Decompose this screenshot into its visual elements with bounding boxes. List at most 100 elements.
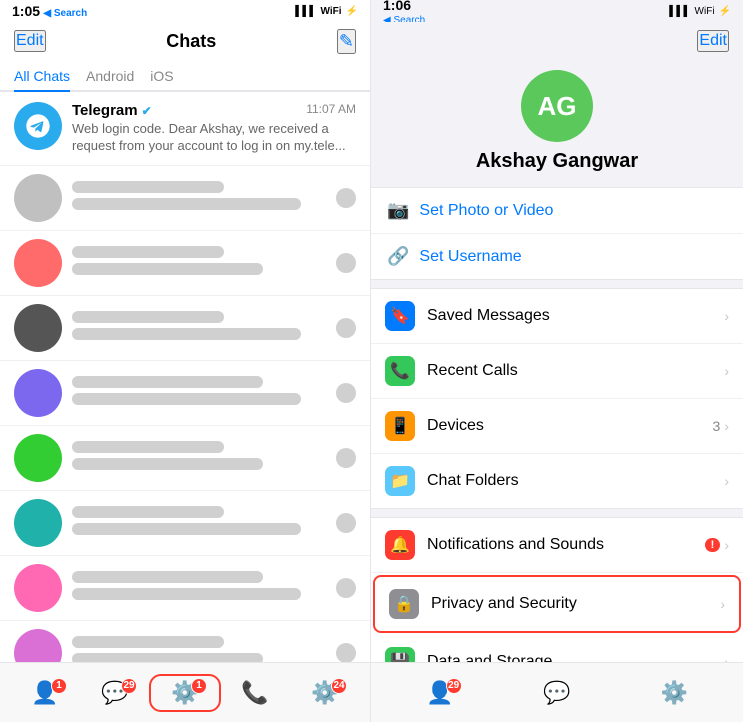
profile-section: AG Akshay Gangwar <box>371 58 743 187</box>
avatar <box>14 434 62 482</box>
compose-button[interactable]: ✎ <box>337 29 356 54</box>
telegram-name: Telegram ✔ <box>72 102 152 119</box>
left-time: 1:05 <box>12 3 40 19</box>
right-settings-icon: ⚙️ <box>661 680 688 706</box>
wifi-icon: WiFi <box>321 6 342 17</box>
blurred-msg <box>72 653 263 662</box>
blurred-msg <box>72 263 263 275</box>
right-battery-icon: ⚡ <box>719 6 731 17</box>
data-storage-label: Data and Storage <box>427 653 712 662</box>
right-edit-button[interactable]: Edit <box>697 30 729 52</box>
blurred-msg <box>72 588 301 600</box>
list-item[interactable] <box>0 166 370 231</box>
chat-info <box>72 571 326 605</box>
right-panel: 1:06 ◀ Search ▌▌▌ WiFi ⚡ Edit AG Akshay … <box>371 0 743 722</box>
right-status-icons: ▌▌▌ WiFi ⚡ <box>669 6 731 17</box>
privacy-security-item[interactable]: 🔒 Privacy and Security › <box>373 575 741 633</box>
chevron-icon: › <box>724 308 729 324</box>
list-item[interactable] <box>0 621 370 662</box>
tab-all-chats[interactable]: All Chats <box>14 68 70 92</box>
chat-folders-item[interactable]: 📁 Chat Folders › <box>371 454 743 508</box>
chat-folders-label: Chat Folders <box>427 472 712 490</box>
notifications-icon: 🔔 <box>385 530 415 560</box>
recent-calls-label: Recent Calls <box>427 362 712 380</box>
right-nav-bar: Edit <box>371 22 743 58</box>
chevron-icon: › <box>724 537 729 553</box>
notifications-right: ! › <box>705 537 729 553</box>
notifications-label: Notifications and Sounds <box>427 536 693 554</box>
chat-info <box>72 636 326 662</box>
data-storage-right: › <box>724 654 729 662</box>
telegram-message: Web login code. Dear Akshay, we received… <box>72 121 356 155</box>
notifications-item[interactable]: 🔔 Notifications and Sounds ! › <box>371 518 743 573</box>
chevron-icon: › <box>724 418 729 434</box>
blurred-name <box>72 246 224 258</box>
chevron-icon: › <box>720 596 725 612</box>
signal-icon: ▌▌▌ <box>295 6 316 17</box>
chat-list: Telegram ✔ 11:07 AM Web login code. Dear… <box>0 92 370 662</box>
right-tab-chats[interactable]: 💬 <box>527 680 587 706</box>
chat-info <box>72 246 326 280</box>
telegram-time: 11:07 AM <box>306 102 356 119</box>
list-item[interactable] <box>0 491 370 556</box>
list-item[interactable] <box>0 361 370 426</box>
telegram-content: Telegram ✔ 11:07 AM Web login code. Dear… <box>72 102 356 155</box>
left-back-search[interactable]: ◀ Search <box>43 8 87 19</box>
blurred-name <box>72 506 224 518</box>
list-item[interactable] <box>0 231 370 296</box>
settings-list: 🔖 Saved Messages › 📞 Recent Calls › 📱 De… <box>371 280 743 662</box>
privacy-security-icon: 🔒 <box>389 589 419 619</box>
blurred-msg <box>72 393 301 405</box>
right-time: 1:06 <box>383 0 411 13</box>
tab-chats[interactable]: 💬 29 <box>85 680 145 706</box>
settings-group-1: 🔖 Saved Messages › 📞 Recent Calls › 📱 De… <box>371 288 743 509</box>
chat-badge <box>336 383 356 403</box>
blurred-name <box>72 636 224 648</box>
tab-ios[interactable]: iOS <box>150 68 173 90</box>
saved-messages-item[interactable]: 🔖 Saved Messages › <box>371 289 743 344</box>
devices-item[interactable]: 📱 Devices 3 › <box>371 399 743 454</box>
set-photo-video-item[interactable]: 📷 Set Photo or Video <box>371 188 743 234</box>
left-edit-button[interactable]: Edit <box>14 30 46 52</box>
devices-right: 3 › <box>713 418 729 434</box>
left-status-bar-left: 1:05 ◀ Search <box>12 3 87 19</box>
left-status-bar: 1:05 ◀ Search ▌▌▌ WiFi ⚡ <box>0 0 370 22</box>
tab-settings-center[interactable]: ⚙️ 1 <box>155 680 215 706</box>
list-item[interactable] <box>0 556 370 621</box>
list-item[interactable] <box>0 426 370 491</box>
privacy-security-label: Privacy and Security <box>431 595 708 613</box>
set-username-item[interactable]: 🔗 Set Username <box>371 234 743 279</box>
avatar <box>14 174 62 222</box>
left-nav-title: Chats <box>166 31 216 52</box>
right-tab-settings[interactable]: ⚙️ <box>644 680 704 706</box>
blurred-name <box>72 376 263 388</box>
telegram-chat-item[interactable]: Telegram ✔ 11:07 AM Web login code. Dear… <box>0 92 370 166</box>
blurred-msg <box>72 458 263 470</box>
right-tab-contacts[interactable]: 👤 29 <box>410 680 470 706</box>
camera-icon: 📷 <box>387 200 409 221</box>
left-status-icons: ▌▌▌ WiFi ⚡ <box>295 6 358 17</box>
data-storage-item[interactable]: 💾 Data and Storage › <box>371 635 743 662</box>
chat-info <box>72 506 326 540</box>
chat-badge <box>336 643 356 662</box>
tab-settings-right[interactable]: ⚙️ 24 <box>295 680 355 706</box>
chat-badge <box>336 253 356 273</box>
verified-icon: ✔ <box>142 104 152 118</box>
devices-label: Devices <box>427 417 701 435</box>
avatar <box>14 564 62 612</box>
recent-calls-item[interactable]: 📞 Recent Calls › <box>371 344 743 399</box>
tab-contacts[interactable]: 👤 1 <box>15 680 75 706</box>
blurred-msg <box>72 328 301 340</box>
tab-calls[interactable]: 📞 <box>225 680 285 706</box>
tab-android[interactable]: Android <box>86 68 134 90</box>
right-wifi-icon: WiFi <box>695 6 715 17</box>
chevron-icon: › <box>724 473 729 489</box>
list-item[interactable] <box>0 296 370 361</box>
data-storage-icon: 💾 <box>385 647 415 662</box>
blurred-name <box>72 441 224 453</box>
avatar <box>14 239 62 287</box>
right-status-bar: 1:06 ◀ Search ▌▌▌ WiFi ⚡ <box>371 0 743 22</box>
settings-group-2: 🔔 Notifications and Sounds ! › 🔒 Privacy… <box>371 517 743 662</box>
profile-avatar: AG <box>521 70 593 142</box>
saved-messages-label: Saved Messages <box>427 307 712 325</box>
